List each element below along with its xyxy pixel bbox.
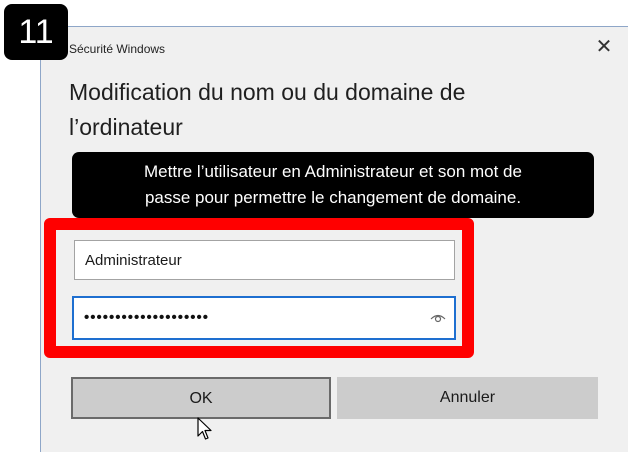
dialog-titlebar: Sécurité Windows ✕ bbox=[41, 27, 628, 71]
instruction-line-2: passe pour permettre le changement de do… bbox=[144, 188, 522, 207]
step-number-badge: 11 bbox=[4, 4, 68, 60]
dialog-title: Sécurité Windows bbox=[69, 42, 166, 56]
dialog-heading: Modification du nom ou du domaine de l’o… bbox=[69, 79, 466, 140]
highlight-frame bbox=[44, 218, 474, 358]
close-icon: ✕ bbox=[595, 36, 613, 58]
mouse-pointer-icon bbox=[197, 417, 212, 440]
cancel-button[interactable]: Annuler bbox=[337, 377, 598, 419]
instruction-line-1: Mettre l’utilisateur en Administrateur e… bbox=[144, 162, 522, 181]
instruction-callout: Mettre l’utilisateur en Administrateur e… bbox=[72, 152, 594, 218]
close-button[interactable]: ✕ bbox=[593, 36, 615, 58]
ok-button[interactable]: OK bbox=[71, 377, 331, 419]
